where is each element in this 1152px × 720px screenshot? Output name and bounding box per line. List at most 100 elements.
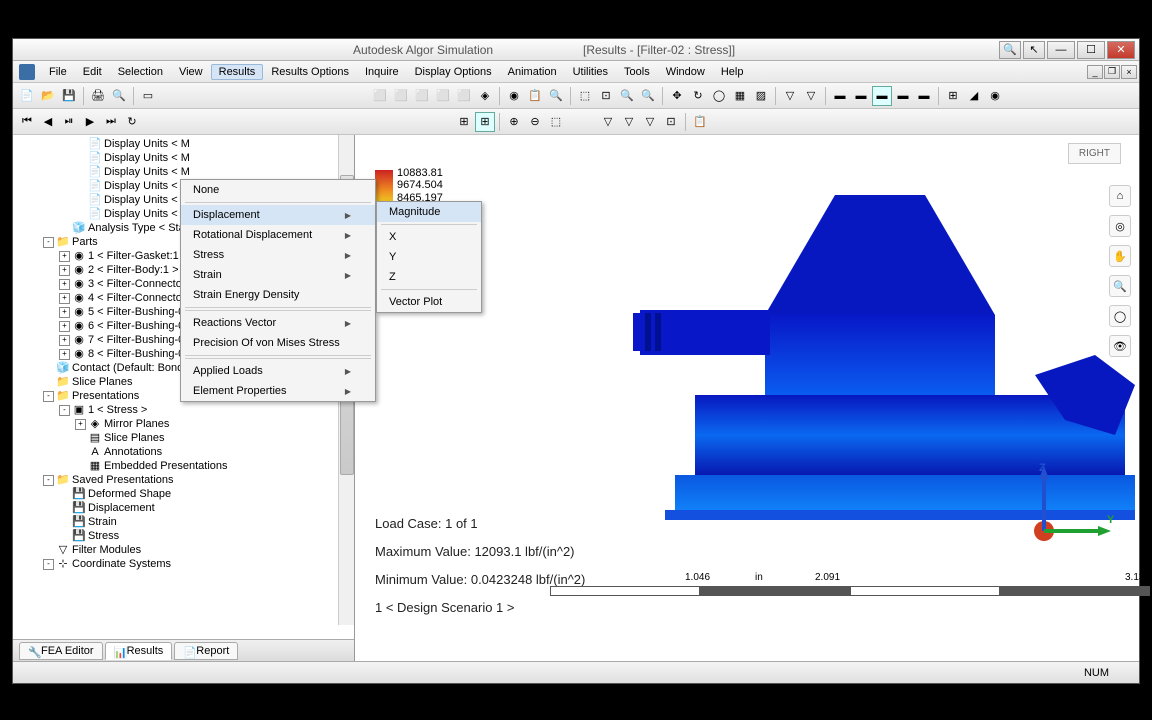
preview-icon[interactable]: 🔍 — [109, 86, 129, 106]
pointer-tool-icon[interactable]: ↖ — [1023, 41, 1045, 59]
dropdown-item[interactable]: Strain Energy Density — [181, 285, 375, 305]
disp3-icon[interactable]: ▬ — [872, 86, 892, 106]
disp2-icon[interactable]: ▬ — [851, 86, 871, 106]
submenu-item[interactable]: Z — [377, 267, 481, 287]
probe-icon[interactable]: ◉ — [985, 86, 1005, 106]
tab-results[interactable]: 📊Results — [105, 642, 173, 660]
tree-row[interactable]: AAnnotations — [15, 445, 354, 459]
view-orientation-label[interactable]: RIGHT — [1068, 143, 1121, 164]
menu-edit[interactable]: Edit — [75, 64, 110, 80]
expand-toggle[interactable]: + — [59, 279, 70, 290]
prev-icon[interactable]: ◀ — [38, 112, 58, 132]
tree-row[interactable]: -📁Saved Presentations — [15, 473, 354, 487]
note-icon[interactable]: 📋 — [525, 86, 545, 106]
expand-toggle[interactable]: - — [43, 391, 54, 402]
orbit-icon[interactable]: ◯ — [709, 86, 729, 106]
dropdown-item[interactable]: None — [181, 180, 375, 200]
play-icon[interactable]: ⏯ — [59, 112, 79, 132]
expand-toggle[interactable]: + — [59, 335, 70, 346]
submenu-item[interactable]: Vector Plot — [377, 292, 481, 312]
menu-results[interactable]: Results — [211, 64, 264, 80]
dropdown-item[interactable]: Precision Of von Mises Stress — [181, 333, 375, 353]
minimize-button[interactable]: — — [1047, 41, 1075, 59]
expand-toggle[interactable]: + — [59, 293, 70, 304]
menu-animation[interactable]: Animation — [500, 64, 565, 80]
tree-row[interactable]: 📄Display Units < M — [15, 151, 354, 165]
expand-toggle[interactable]: + — [59, 349, 70, 360]
sub-icon[interactable]: ⊖ — [525, 112, 545, 132]
loop-icon[interactable]: ↻ — [122, 112, 142, 132]
iso-icon[interactable]: ◈ — [475, 86, 495, 106]
view3-icon[interactable]: ⬜ — [412, 86, 432, 106]
tab-report[interactable]: 📄Report — [174, 642, 238, 660]
menu-inquire[interactable]: Inquire — [357, 64, 407, 80]
close-button[interactable]: ✕ — [1107, 41, 1135, 59]
save-icon[interactable]: 💾 — [59, 86, 79, 106]
dropdown-item[interactable]: Rotational Displacement▶ — [181, 225, 375, 245]
tree-row[interactable]: -⊹Coordinate Systems — [15, 557, 354, 571]
expand-toggle[interactable]: - — [59, 405, 70, 416]
report-icon[interactable]: 📋 — [690, 112, 710, 132]
expand-toggle[interactable]: + — [59, 307, 70, 318]
tree-row[interactable]: ▽Filter Modules — [15, 543, 354, 557]
sel3-icon[interactable]: ▽ — [640, 112, 660, 132]
menu-results-options[interactable]: Results Options — [263, 64, 357, 80]
zoom-window-icon[interactable]: ⬚ — [575, 86, 595, 106]
last-icon[interactable]: ⏭ — [101, 112, 121, 132]
zoom-out-icon[interactable]: 🔍 — [638, 86, 658, 106]
view5-icon[interactable]: ⬜ — [454, 86, 474, 106]
tree-row[interactable]: ▦Embedded Presentations — [15, 459, 354, 473]
tree-row[interactable]: ▤Slice Planes — [15, 431, 354, 445]
expand-toggle[interactable]: + — [59, 251, 70, 262]
tree-row[interactable]: 💾Stress — [15, 529, 354, 543]
dropdown-item[interactable]: Element Properties▶ — [181, 381, 375, 401]
tree-row[interactable]: 💾Deformed Shape — [15, 487, 354, 501]
dropdown-item[interactable]: Reactions Vector▶ — [181, 313, 375, 333]
tree-row[interactable]: 💾Strain — [15, 515, 354, 529]
sel4-icon[interactable]: ⊡ — [661, 112, 681, 132]
expand-toggle[interactable]: - — [43, 559, 54, 570]
tree-row[interactable]: -▣1 < Stress > — [15, 403, 354, 417]
mesh2-icon[interactable]: ⊞ — [475, 112, 495, 132]
sel2-icon[interactable]: ▽ — [619, 112, 639, 132]
expand-toggle[interactable]: + — [75, 419, 86, 430]
grid-icon[interactable]: ⊞ — [943, 86, 963, 106]
more-icon[interactable]: ⬚ — [546, 112, 566, 132]
shade1-icon[interactable]: ▦ — [730, 86, 750, 106]
tree-row[interactable]: 💾Displacement — [15, 501, 354, 515]
menu-selection[interactable]: Selection — [110, 64, 171, 80]
tree-row[interactable]: +◈Mirror Planes — [15, 417, 354, 431]
open-icon[interactable]: 📂 — [38, 86, 58, 106]
dropdown-item[interactable]: Applied Loads▶ — [181, 361, 375, 381]
expand-toggle[interactable]: + — [59, 265, 70, 276]
view2-icon[interactable]: ⬜ — [391, 86, 411, 106]
filter2-icon[interactable]: ▽ — [801, 86, 821, 106]
mdi-minimize[interactable]: _ — [1087, 65, 1103, 79]
mdi-restore[interactable]: ❐ — [1104, 65, 1120, 79]
expand-toggle[interactable]: - — [43, 475, 54, 486]
expand-toggle[interactable]: + — [59, 321, 70, 332]
first-icon[interactable]: ⏮ — [17, 112, 37, 132]
find-icon[interactable]: 🔍 — [546, 86, 566, 106]
dropdown-item[interactable]: Stress▶ — [181, 245, 375, 265]
submenu-item[interactable]: Y — [377, 247, 481, 267]
tree-row[interactable]: 📄Display Units < M — [15, 165, 354, 179]
sel1-icon[interactable]: ▽ — [598, 112, 618, 132]
mesh1-icon[interactable]: ⊞ — [454, 112, 474, 132]
print-icon[interactable]: 🖨 — [88, 86, 108, 106]
dropdown-item[interactable]: Strain▶ — [181, 265, 375, 285]
badge-icon[interactable]: ◉ — [504, 86, 524, 106]
submenu-item[interactable]: X — [377, 227, 481, 247]
menu-display-options[interactable]: Display Options — [407, 64, 500, 80]
rotate-icon[interactable]: ↻ — [688, 86, 708, 106]
deform-icon[interactable]: ◢ — [964, 86, 984, 106]
menu-window[interactable]: Window — [658, 64, 713, 80]
disp4-icon[interactable]: ▬ — [893, 86, 913, 106]
tab-fea-editor[interactable]: 🔧FEA Editor — [19, 642, 103, 660]
pan-icon[interactable]: ✥ — [667, 86, 687, 106]
view4-icon[interactable]: ⬜ — [433, 86, 453, 106]
dropdown-item[interactable]: Displacement▶ — [181, 205, 375, 225]
results-dropdown[interactable]: None Displacement▶Rotational Displacement… — [180, 179, 376, 402]
displacement-submenu[interactable]: MagnitudeXYZVector Plot — [376, 201, 482, 313]
next-icon[interactable]: ▶ — [80, 112, 100, 132]
